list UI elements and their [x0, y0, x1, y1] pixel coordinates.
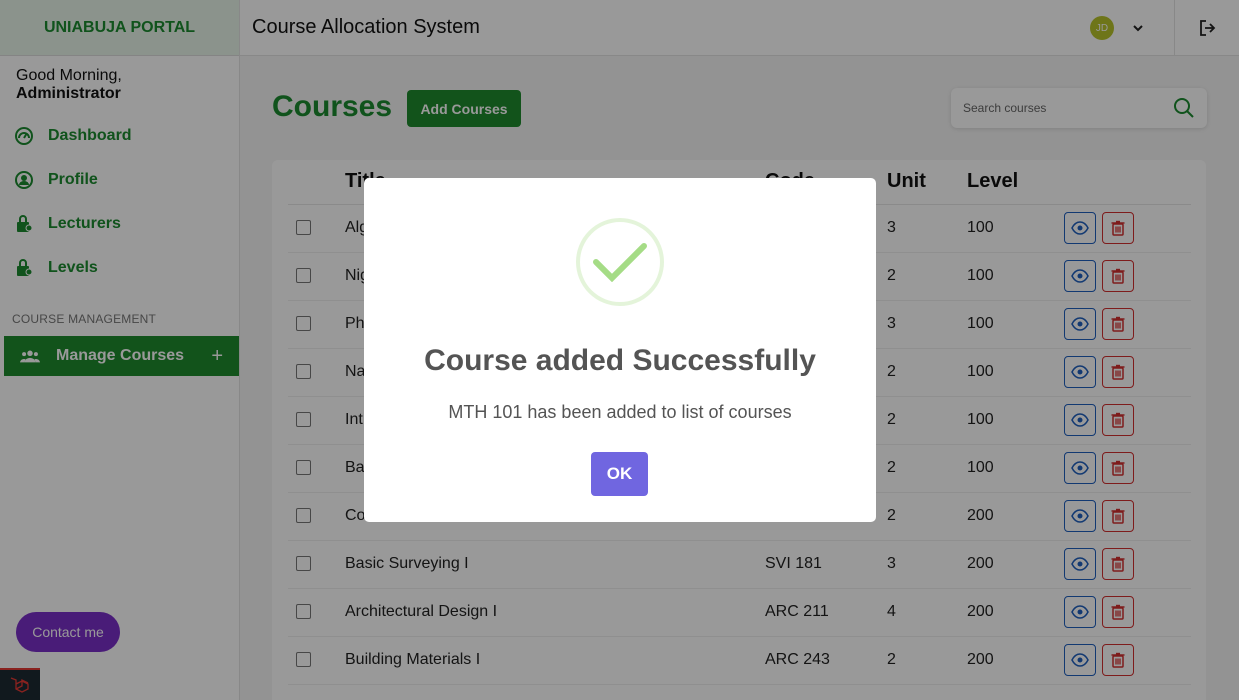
- dialog-title: Course added Successfully: [424, 344, 816, 377]
- ok-button[interactable]: OK: [591, 452, 648, 496]
- success-dialog: Course added Successfully MTH 101 has be…: [364, 178, 876, 522]
- dialog-message: MTH 101 has been added to list of course…: [448, 402, 792, 422]
- success-check-icon: [576, 218, 664, 306]
